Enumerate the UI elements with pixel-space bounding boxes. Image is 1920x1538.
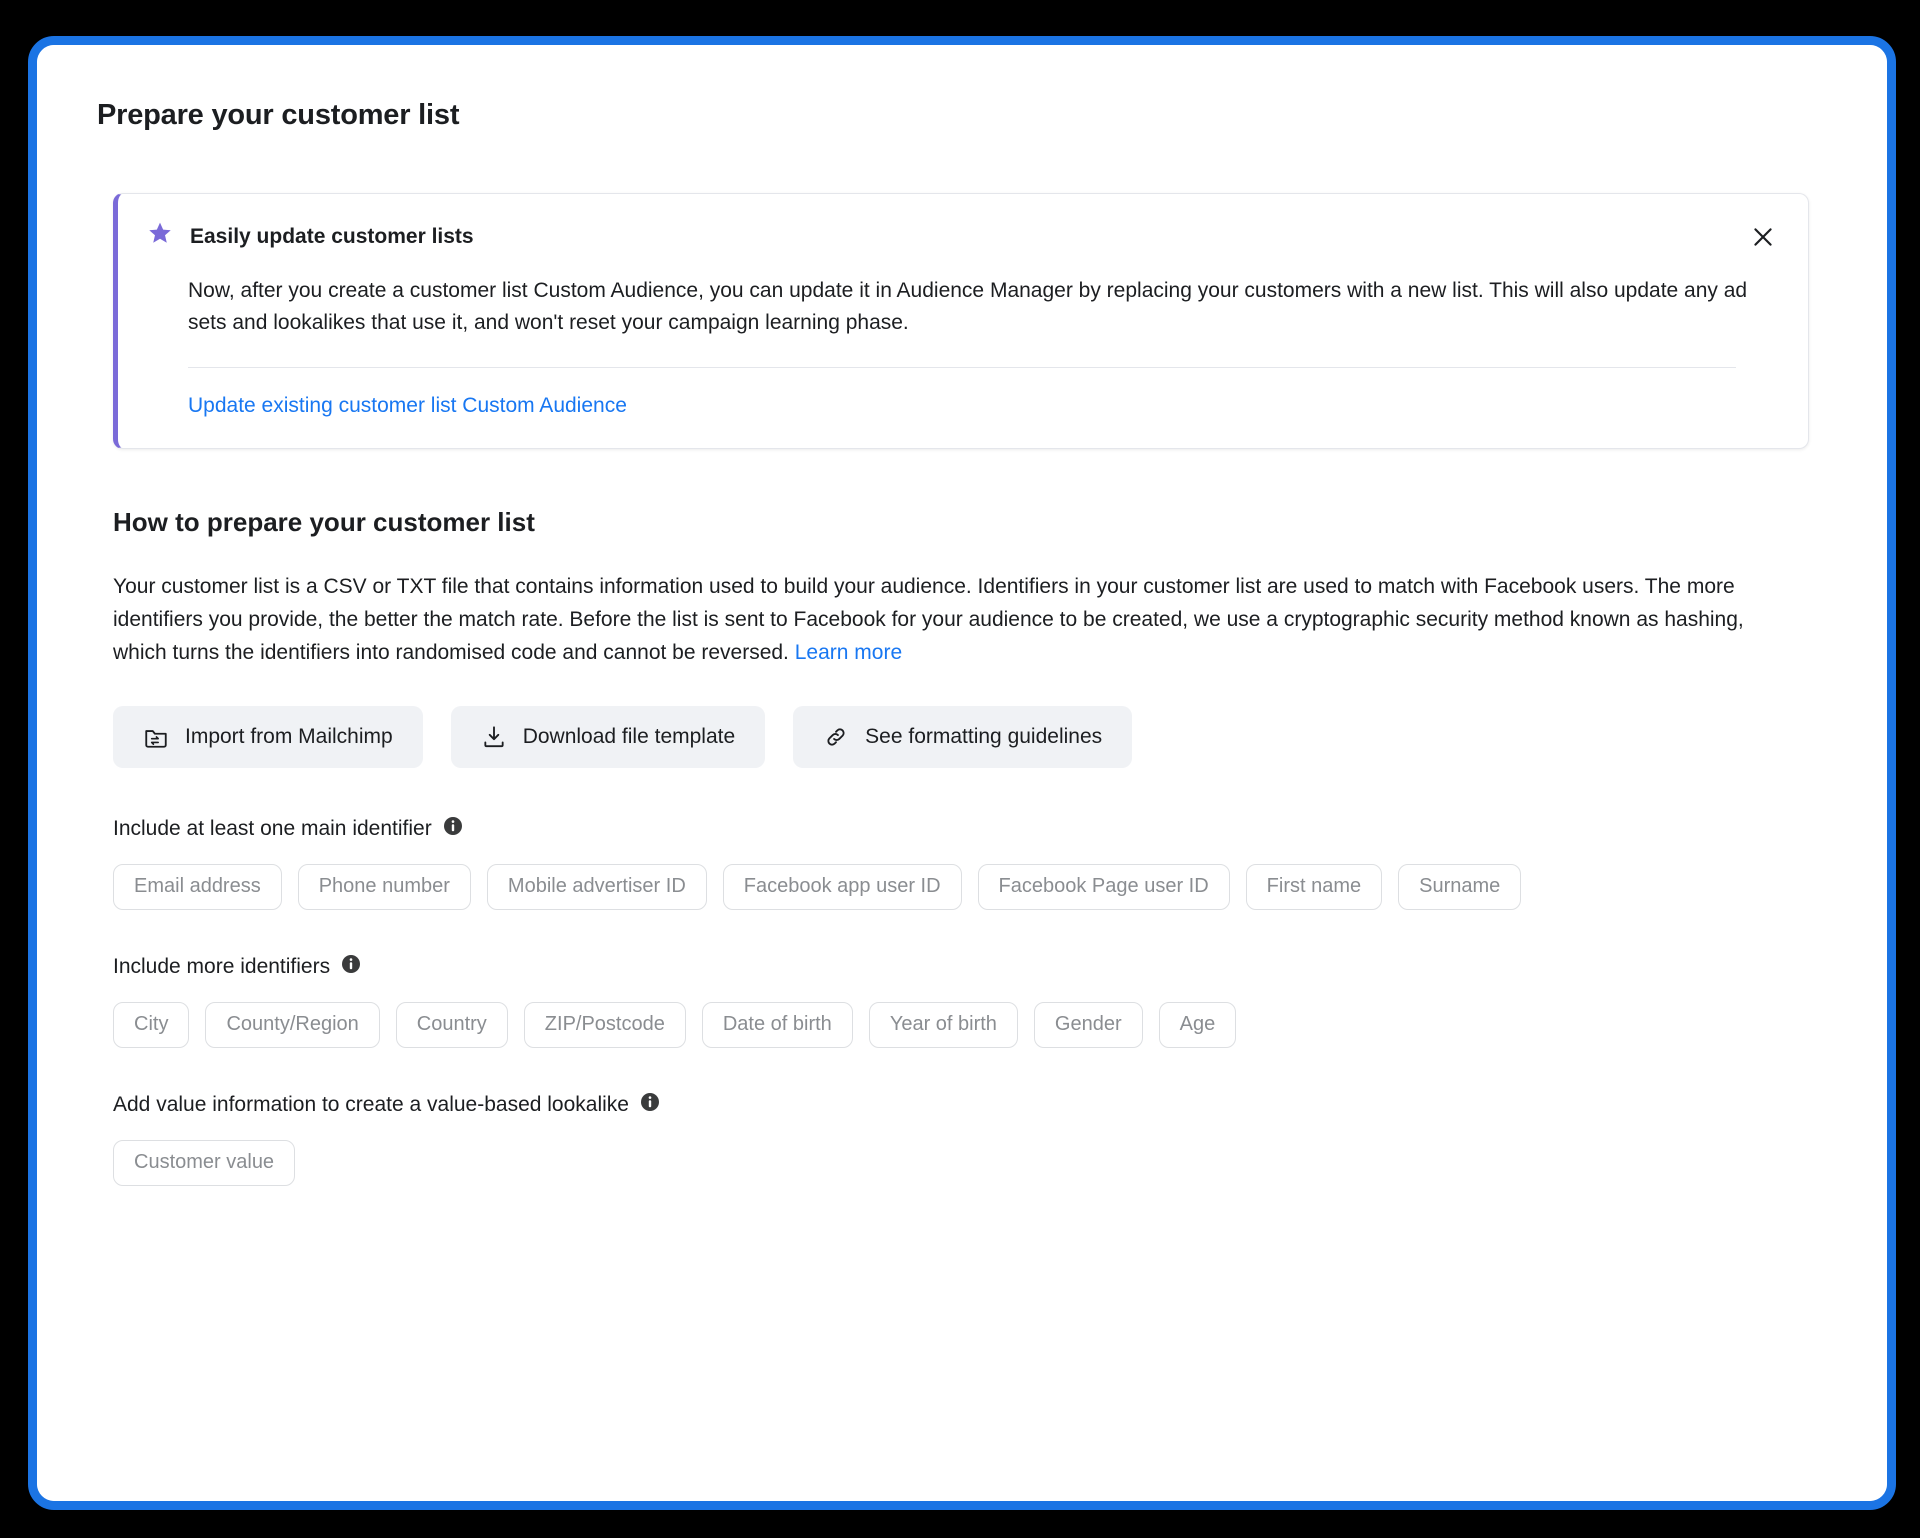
more-identifiers-chips: City County/Region Country ZIP/Postcode … [113, 1001, 1827, 1048]
see-formatting-guidelines-button[interactable]: See formatting guidelines [793, 705, 1133, 768]
prepare-customer-list-card: Prepare your customer list Easily update… [37, 45, 1887, 1501]
chip-facebook-page-user-id: Facebook Page user ID [977, 863, 1230, 910]
chip-customer-value: Customer value [113, 1139, 296, 1186]
import-folder-icon [143, 724, 169, 750]
chip-city: City [113, 1001, 190, 1048]
screen-background: Prepare your customer list Easily update… [0, 0, 1920, 1538]
chip-gender: Gender [1033, 1001, 1143, 1048]
link-chain-icon [823, 724, 849, 750]
chip-email-address: Email address [113, 863, 282, 910]
info-icon[interactable] [640, 1092, 660, 1118]
close-icon[interactable] [1740, 214, 1786, 260]
promo-title: Easily update customer lists [190, 224, 474, 248]
download-file-template-label: Download file template [522, 724, 736, 748]
chip-phone-number: Phone number [297, 863, 471, 910]
see-formatting-guidelines-label: See formatting guidelines [865, 724, 1103, 748]
download-icon [481, 724, 507, 750]
import-from-mailchimp-button[interactable]: Import from Mailchimp [113, 705, 423, 768]
chip-age: Age [1158, 1001, 1237, 1048]
page-title: Prepare your customer list [97, 99, 460, 131]
main-identifier-label: Include at least one main identifier [113, 816, 432, 840]
main-identifier-label-row: Include at least one main identifier [113, 816, 1827, 842]
info-icon[interactable] [443, 816, 463, 842]
download-file-template-button[interactable]: Download file template [450, 705, 766, 768]
chip-zip-postcode: ZIP/Postcode [523, 1001, 686, 1048]
promo-header: Easily update customer lists [146, 220, 1778, 253]
how-to-paragraph: Your customer list is a CSV or TXT file … [113, 570, 1777, 670]
how-to-heading: How to prepare your customer list [113, 507, 535, 538]
import-from-mailchimp-label: Import from Mailchimp [185, 724, 393, 748]
star-icon [146, 220, 174, 253]
action-button-row: Import from Mailchimp Download file temp… [113, 705, 1827, 768]
chip-year-of-birth: Year of birth [868, 1001, 1018, 1048]
value-information-label-row: Add value information to create a value-… [113, 1092, 1827, 1118]
more-identifiers-label: Include more identifiers [113, 954, 331, 978]
value-information-label: Add value information to create a value-… [113, 1092, 629, 1116]
more-identifiers-group: Include more identifiers City County/Reg… [113, 954, 1827, 1048]
chip-country: Country [395, 1001, 508, 1048]
promo-banner: Easily update customer lists Now, after … [113, 193, 1809, 450]
chip-facebook-app-user-id: Facebook app user ID [722, 863, 962, 910]
more-identifiers-label-row: Include more identifiers [113, 954, 1827, 980]
chip-surname: Surname [1398, 863, 1522, 910]
learn-more-link[interactable]: Learn more [795, 641, 902, 664]
value-information-chips: Customer value [113, 1139, 1827, 1186]
highlight-frame: Prepare your customer list Easily update… [28, 36, 1896, 1510]
value-information-group: Add value information to create a value-… [113, 1092, 1827, 1186]
chip-date-of-birth: Date of birth [701, 1001, 853, 1048]
main-identifier-chips: Email address Phone number Mobile advert… [113, 863, 1827, 910]
chip-mobile-advertiser-id: Mobile advertiser ID [486, 863, 707, 910]
main-identifier-group: Include at least one main identifier Ema… [113, 816, 1827, 910]
how-to-paragraph-text: Your customer list is a CSV or TXT file … [113, 575, 1744, 665]
chip-county-region: County/Region [205, 1001, 380, 1048]
promo-divider [188, 367, 1736, 369]
promo-body-text: Now, after you create a customer list Cu… [188, 279, 1748, 335]
chip-first-name: First name [1245, 863, 1383, 910]
info-icon[interactable] [341, 954, 361, 980]
update-existing-audience-link[interactable]: Update existing customer list Custom Aud… [188, 394, 627, 418]
